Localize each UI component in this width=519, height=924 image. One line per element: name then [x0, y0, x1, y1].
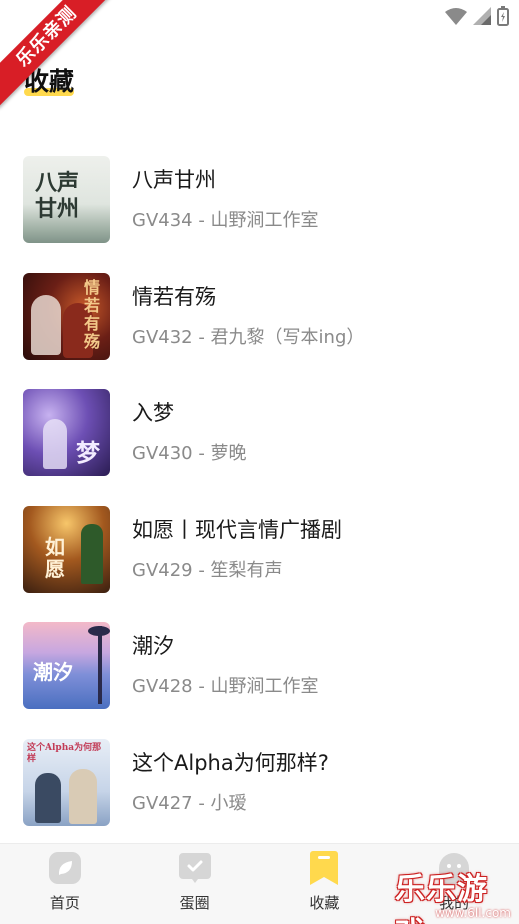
list-item[interactable]: 八声甘州 八声甘州 GV434 - 山野涧工作室: [0, 150, 519, 267]
item-title: 如愿丨现代言情广播剧: [132, 517, 342, 542]
item-title: 潮汐: [132, 634, 174, 658]
item-subtitle: GV430 - 萝晚: [132, 443, 247, 464]
cover-title-art: 梦: [76, 438, 100, 467]
cover-image: 这个Alpha为何那样: [23, 738, 110, 826]
cover-title-art: 潮汐: [33, 660, 73, 684]
cover-image: 八声甘州: [23, 156, 110, 243]
tab-label: 蛋圈: [179, 894, 210, 912]
leaf-icon: [47, 850, 83, 886]
list-item[interactable]: 梦 入梦 GV430 - 萝晚: [0, 383, 519, 500]
tab-favorites[interactable]: 收藏: [260, 844, 390, 924]
cover-title-art: 八声甘州: [35, 170, 80, 222]
item-subtitle: GV432 - 君九黎（写本ing）: [132, 326, 365, 348]
item-title: 八声甘州: [132, 168, 216, 192]
item-subtitle: GV429 - 笙梨有声: [132, 559, 283, 581]
watermark-url: www.6ll.com: [435, 906, 511, 920]
list-item[interactable]: 这个Alpha为何那样 这个Alpha为何那样? GV427 - 小瑷: [0, 733, 519, 850]
tab-label: 首页: [49, 894, 80, 912]
cover-image: 梦: [23, 389, 110, 476]
list-item[interactable]: 潮汐 潮汐 GV428 - 山野涧工作室: [0, 616, 519, 733]
cover-title-art: 这个Alpha为何那样: [27, 742, 102, 764]
cover-title-art: 情若有殇: [84, 277, 101, 351]
item-subtitle: GV427 - 小瑷: [132, 792, 247, 814]
signal-icon: [473, 7, 491, 25]
favorites-list: 八声甘州 八声甘州 GV434 - 山野涧工作室 情若有殇 情若有殇 GV432…: [0, 150, 519, 849]
cover-title-art: 如愿: [45, 534, 65, 581]
watermark-logo: 乐乐游戏 www.6ll.com: [395, 864, 515, 924]
list-item[interactable]: 情若有殇 情若有殇 GV432 - 君九黎（写本ing）: [0, 267, 519, 384]
battery-icon: [497, 6, 509, 26]
bookmark-icon: [306, 850, 342, 886]
cover-image: 情若有殇: [23, 272, 110, 360]
item-title: 情若有殇: [132, 284, 216, 309]
cover-image: 潮汐: [23, 622, 110, 709]
wifi-icon: [445, 8, 467, 25]
item-title: 这个Alpha为何那样?: [132, 750, 329, 775]
list-item[interactable]: 如愿 如愿丨现代言情广播剧 GV429 - 笙梨有声: [0, 500, 519, 617]
cover-image: 如愿: [23, 505, 110, 593]
tab-home[interactable]: 首页: [0, 844, 130, 924]
item-subtitle: GV428 - 山野涧工作室: [132, 676, 319, 697]
tab-label: 收藏: [309, 894, 340, 912]
tab-circle[interactable]: 蛋圈: [130, 844, 260, 924]
chat-check-icon: [177, 850, 213, 886]
item-subtitle: GV434 - 山野涧工作室: [132, 210, 319, 231]
ribbon-label: 乐乐亲测: [0, 0, 118, 108]
test-ribbon: 乐乐亲测: [0, 0, 120, 120]
item-title: 入梦: [132, 401, 174, 425]
